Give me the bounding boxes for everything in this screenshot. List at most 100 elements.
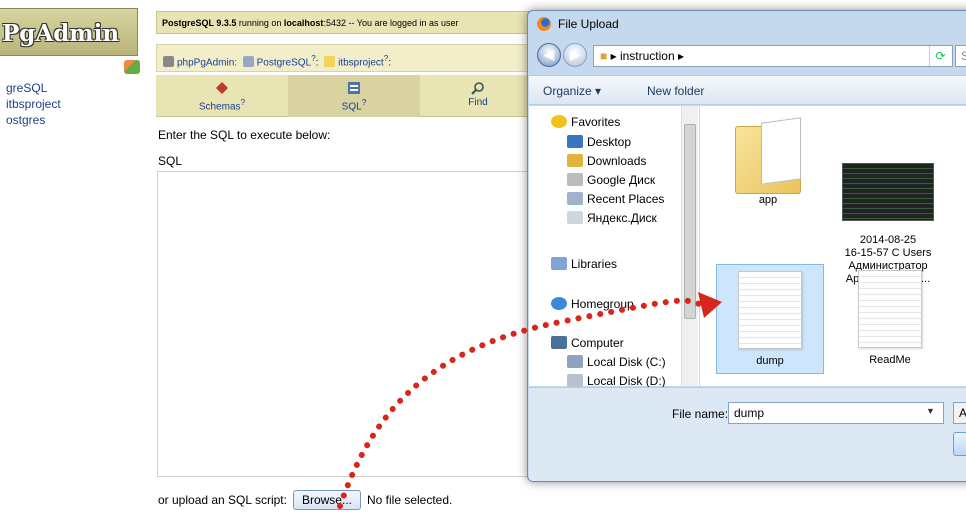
file-list: app 2014-08-25 16-15-57 C Users Админист… — [700, 106, 966, 386]
nav-homegroup[interactable]: Homegroup — [551, 296, 634, 313]
homegroup-icon — [551, 297, 567, 310]
firefox-icon — [537, 17, 551, 31]
desktop-icon — [567, 135, 583, 148]
sql-prompt: Enter the SQL to execute below: — [158, 128, 331, 142]
chevron-down-icon[interactable]: ▼ — [926, 406, 935, 416]
breadcrumb-phppgadmin[interactable]: phpPgAdmin: — [177, 57, 237, 68]
nav-local-disk-c[interactable]: Local Disk (C:) — [567, 354, 666, 371]
sql-textarea[interactable] — [157, 171, 547, 477]
search-icon — [471, 82, 484, 95]
disk-icon — [567, 355, 583, 368]
refresh-icon[interactable]: ⟳ — [929, 46, 951, 66]
tab-bar: Schemas? SQL? Find — [156, 75, 536, 117]
nav-downloads[interactable]: Downloads — [567, 153, 646, 170]
nav-label: Google Диск — [587, 173, 656, 187]
elephant-icon — [163, 56, 174, 68]
sql-icon — [348, 82, 360, 94]
tab-label: SQL — [341, 101, 362, 113]
nav-label: Computer — [571, 336, 624, 350]
browse-button[interactable]: Browse... — [292, 490, 361, 510]
forward-button[interactable]: ▶ — [563, 43, 587, 67]
file-item-dump[interactable]: dump — [716, 264, 824, 374]
drive-icon — [567, 173, 583, 186]
help-link[interactable]: ? — [362, 97, 367, 107]
breadcrumb-separator: : — [388, 57, 392, 69]
tree-item-postgres[interactable]: ostgres — [6, 113, 45, 127]
breadcrumb-server[interactable]: PostgreSQL — [257, 57, 311, 68]
server-port: :5432 — [323, 18, 346, 28]
computer-icon — [551, 336, 567, 349]
nav-label: Яндекс.Диск — [587, 211, 657, 225]
logged-in-text: -- You are logged in as user — [345, 18, 459, 28]
tree-item-database[interactable]: itbsproject — [6, 97, 61, 111]
new-folder-button[interactable]: New folder — [647, 84, 704, 98]
file-name: app — [758, 194, 778, 206]
tree-item-server[interactable]: greSQL — [6, 81, 47, 95]
file-type-select[interactable]: Al — [953, 402, 966, 424]
document-icon — [858, 270, 922, 348]
open-button[interactable] — [953, 432, 966, 456]
nav-label: Local Disk (D:) — [587, 374, 666, 388]
nav-scrollbar[interactable] — [681, 106, 698, 386]
nav-label: Favorites — [571, 115, 621, 129]
back-arrow-icon: ◀ — [544, 47, 554, 62]
search-input[interactable]: S — [955, 45, 966, 67]
nav-desktop[interactable]: Desktop — [567, 134, 631, 151]
server-info-bar: PostgreSQL 9.3.5 running on localhost:54… — [156, 11, 536, 34]
tab-sql[interactable]: SQL? — [288, 75, 420, 117]
nav-recent-places[interactable]: Recent Places — [567, 191, 664, 208]
phppgadmin-logo[interactable]: PgAdmin — [0, 8, 138, 56]
nav-label: Homegroup — [571, 297, 634, 311]
schemas-icon — [216, 82, 228, 94]
folder-icon — [733, 116, 803, 194]
folder-icon: ■ — [600, 49, 608, 63]
scrollbar-thumb[interactable] — [684, 124, 696, 319]
command-bar: Organize ▾ New folder — [529, 75, 966, 105]
nav-label: Recent Places — [587, 192, 665, 206]
file-name: dump — [756, 355, 784, 367]
upload-label: or upload an SQL script: — [158, 493, 287, 507]
libraries-icon — [551, 257, 567, 270]
refresh-tree-icon[interactable] — [124, 60, 140, 74]
dialog-title: File Upload — [558, 17, 619, 31]
tab-find[interactable]: Find — [420, 75, 536, 117]
tab-schemas[interactable]: Schemas? — [156, 75, 288, 117]
nav-google-drive[interactable]: Google Диск — [567, 172, 655, 189]
nav-label: Desktop — [587, 135, 632, 149]
filename-label: File name: — [672, 407, 729, 421]
star-icon — [551, 115, 567, 128]
help-link[interactable]: ? — [241, 97, 246, 107]
filename-input[interactable] — [728, 402, 944, 424]
server-host: localhost — [283, 18, 324, 28]
nav-favorites[interactable]: Favorites — [551, 114, 620, 131]
nav-computer[interactable]: Computer — [551, 335, 624, 352]
organize-button[interactable]: Organize ▾ — [543, 84, 601, 98]
breadcrumb-separator: : — [315, 57, 319, 69]
file-item-screenshot[interactable]: 2014-08-25 16-15-57 C Users Администрато… — [834, 116, 942, 285]
sql-label: SQL — [158, 154, 183, 168]
nav-label: Local Disk (C:) — [587, 355, 666, 369]
tab-label: Find — [468, 97, 488, 108]
breadcrumb: phpPgAdmin: PostgreSQL?: itbsproject?: — [156, 44, 536, 72]
file-item-readme[interactable]: ReadMe — [836, 264, 944, 374]
nav-label: Libraries — [571, 257, 618, 271]
address-bar[interactable]: ■ ▸ instruction ▸ — [593, 45, 953, 67]
nav-libraries[interactable]: Libraries — [551, 256, 617, 273]
database-icon — [324, 56, 336, 68]
running-on-text: running on — [236, 18, 284, 28]
address-path[interactable]: ▸ instruction ▸ — [611, 49, 684, 63]
no-file-text: No file selected. — [366, 493, 453, 507]
upload-row: or upload an SQL script: Browse... No fi… — [158, 490, 452, 510]
file-item-app[interactable]: app — [714, 116, 822, 232]
server-icon — [242, 56, 254, 68]
navigation-row: ◀ ▶ ■ ▸ instruction ▸ ⟳ S — [535, 41, 966, 71]
back-button[interactable]: ◀ — [537, 43, 561, 67]
cloud-icon — [567, 211, 583, 224]
dialog-footer: File name: ▼ Al — [529, 387, 966, 481]
file-name: ReadMe — [869, 354, 911, 366]
nav-yandex-disk[interactable]: Яндекс.Диск — [567, 210, 657, 227]
breadcrumb-database[interactable]: itbsproject — [338, 57, 384, 68]
navigation-pane: Favorites Desktop Downloads Google Диск … — [529, 106, 699, 388]
nav-label: Downloads — [587, 154, 647, 168]
recent-places-icon — [567, 192, 583, 205]
